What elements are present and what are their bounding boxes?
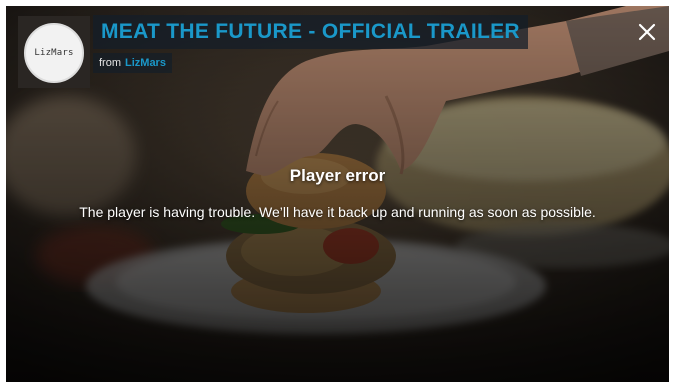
video-player[interactable]: LizMars MEAT THE FUTURE - OFFICIAL TRAIL… bbox=[6, 6, 669, 382]
byline: from LizMars bbox=[93, 53, 172, 73]
video-title-box[interactable]: MEAT THE FUTURE - OFFICIAL TRAILER bbox=[93, 15, 528, 49]
byline-prefix: from bbox=[99, 57, 121, 69]
channel-logo-text: LizMars bbox=[34, 48, 74, 58]
close-icon bbox=[638, 23, 656, 41]
channel-avatar[interactable]: LizMars bbox=[18, 16, 90, 88]
error-message: The player is having trouble. We’ll have… bbox=[79, 204, 596, 220]
error-title: Player error bbox=[289, 166, 386, 185]
close-button[interactable] bbox=[633, 18, 661, 46]
channel-logo: LizMars bbox=[24, 23, 84, 83]
video-title[interactable]: MEAT THE FUTURE - OFFICIAL TRAILER bbox=[101, 20, 520, 44]
author-link[interactable]: LizMars bbox=[125, 57, 166, 69]
